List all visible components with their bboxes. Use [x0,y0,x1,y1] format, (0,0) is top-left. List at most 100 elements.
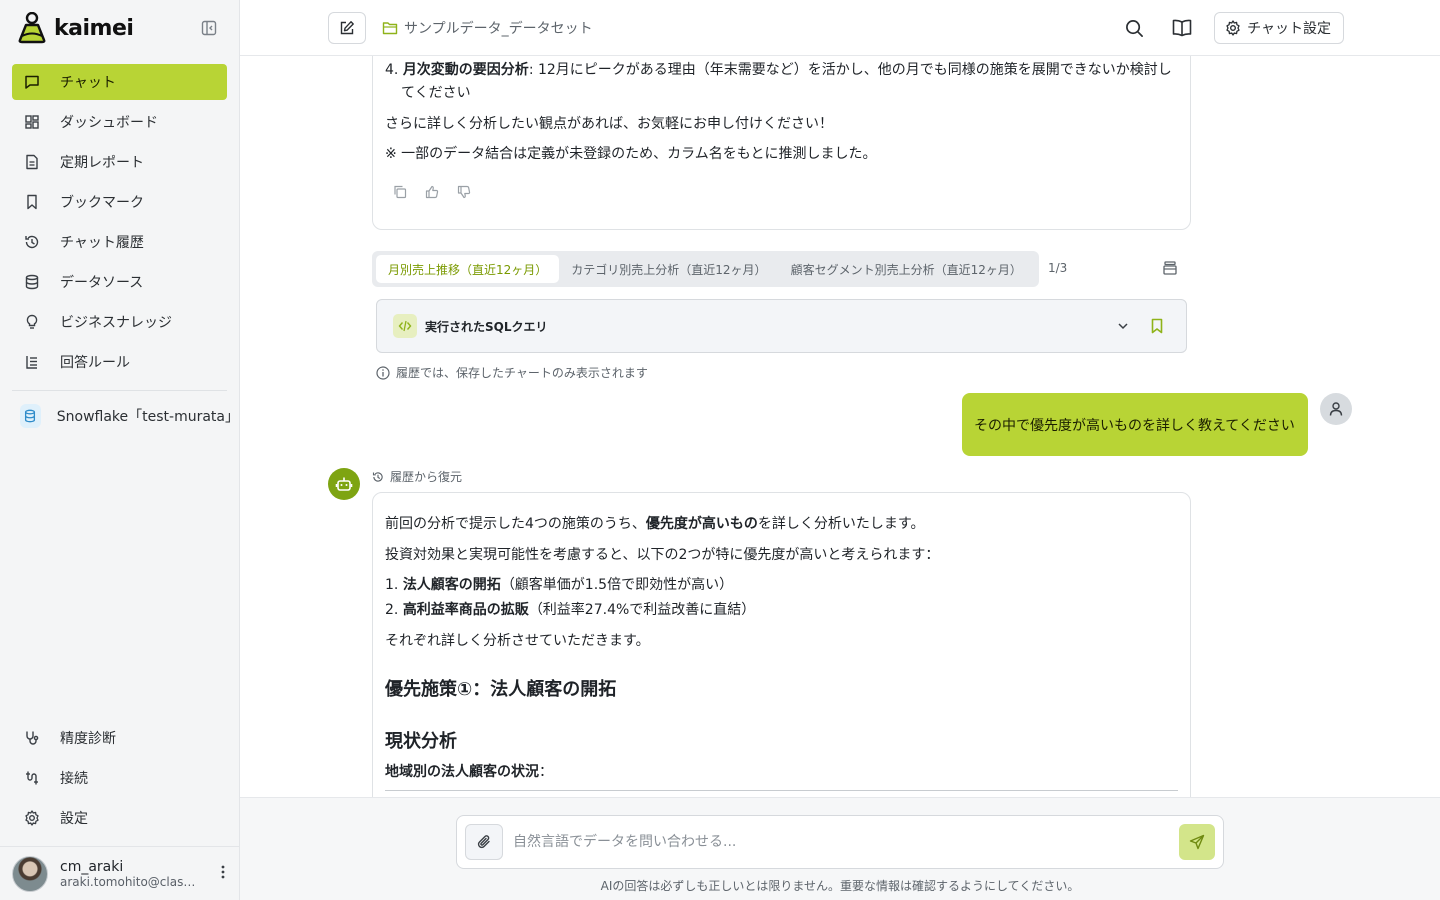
send-icon [1189,834,1205,850]
ai-disclaimer: AIの回答は必ずしも正しいとは限りません。重要な情報は確認するようにしてください… [600,879,1080,893]
chart-pager: 1/3 [1048,261,1068,275]
chat-input[interactable] [513,828,1153,856]
history-icon [372,471,384,483]
sidebar-item-history[interactable]: チャット履歴 [12,224,227,260]
paragraph: さらに詳しく分析したい観点があれば、お気軽にお申し付けください！ [385,116,833,132]
sidebar-item-dashboard[interactable]: ダッシュボード [12,104,227,140]
archive-icon[interactable] [1162,260,1178,276]
folder-icon [382,21,398,35]
attach-button[interactable] [465,824,503,860]
bold-text: 高利益率商品の拡販 [402,602,529,618]
sidebar-collapse-icon[interactable] [199,18,219,38]
history-note-text: 履歴では、保存したチャートのみ表示されます [396,366,648,380]
stethoscope-icon [24,730,40,746]
bookmark-icon[interactable] [1150,318,1164,334]
sidebar-nav: チャット ダッシュボード 定期レポート ブックマーク チャット履歴 データソース [0,56,239,384]
list-number: 4. [385,62,403,78]
breadcrumb-label: サンプルデータ_データセット [404,21,593,37]
sidebar-item-label: 設定 [60,811,88,827]
subsection-heading: 現状分析 [385,731,457,752]
list-number: 1. [385,577,403,593]
info-icon [376,365,390,380]
tab-segment-sales[interactable]: 顧客セグメント別売上分析（直近12ヶ月） [779,255,1034,283]
text: ： [539,764,553,780]
chevron-down-icon[interactable] [1116,319,1130,333]
sidebar-item-knowledge[interactable]: ビジネスナレッジ [12,304,227,340]
brand-name: kaimei [54,15,134,41]
chart-tabs: 月別売上推移（直近12ヶ月） カテゴリ別売上分析（直近12ヶ月） 顧客セグメント… [372,251,1039,287]
book-open-icon[interactable] [1166,12,1198,44]
chat-scroll-area[interactable]: 4. 月次変動の要因分析: 12月にピークがある理由（年末需要など）を活かし、他… [240,56,1440,797]
chat-icon [24,74,40,90]
send-button[interactable] [1179,824,1215,860]
list-number: 2. [385,602,403,618]
sidebar-item-bookmarks[interactable]: ブックマーク [12,184,227,220]
user-menu[interactable]: cm_araki araki.tomohito@class... [0,846,239,900]
assistant-message-card: 前回の分析で提示した4つの施策のうち、優先度が高いものを詳しく分析いたします。 … [372,492,1191,797]
list-item: 4. 月次変動の要因分析: 12月にピークがある理由（年末需要など）を活かし、他… [385,59,1181,105]
tab-category-sales[interactable]: カテゴリ別売上分析（直近12ヶ月） [559,255,778,283]
datasource-snowflake[interactable]: Snowflake「test-murata」 [0,397,239,435]
sidebar-bottom-nav: 精度診断 接続 設定 [0,720,239,840]
composer-area: AIの回答は必ずしも正しいとは限りません。重要な情報は確認するようにしてください… [240,797,1440,900]
bold-text: 法人顧客の開拓 [402,577,501,593]
sidebar-item-label: ブックマーク [60,195,144,211]
sidebar-item-label: データソース [60,275,144,291]
user-avatar-icon [1320,393,1352,425]
list-item: 2. 高利益率商品の拡販（利益率27.4%で利益改善に直結） [385,599,755,622]
paragraph: 地域別の法人顧客の状況： [385,761,553,784]
copy-icon[interactable] [393,185,409,201]
tab-monthly-sales[interactable]: 月別売上推移（直近12ヶ月） [376,255,560,283]
bookmark-icon [24,194,40,210]
sidebar-item-datasource[interactable]: データソース [12,264,227,300]
bold-text: 月次変動の要因分析 [402,62,529,78]
thumbs-up-icon[interactable] [425,185,441,201]
user-name: cm_araki [60,858,124,875]
feedback-actions [393,185,489,201]
sql-query-panel[interactable]: 実行されたSQLクエリ [376,299,1187,353]
connection-icon [24,770,40,786]
dashboard-icon [24,114,40,130]
gear-icon [24,810,40,826]
bold-text: 地域別の法人顧客の状況 [385,764,539,780]
sidebar: kaimei チャット ダッシュボード 定期レポート ブックマーク チャット履歴… [0,0,240,900]
history-note: 履歴では、保存したチャートのみ表示されます [376,364,648,381]
assistant-message-card: 4. 月次変動の要因分析: 12月にピークがある理由（年末需要など）を活かし、他… [372,56,1191,230]
sidebar-item-diagnosis[interactable]: 精度診断 [12,720,227,756]
breadcrumb[interactable]: サンプルデータ_データセット [382,18,593,38]
sidebar-item-rules[interactable]: 回答ルール [12,344,227,380]
main-panel: サンプルデータ_データセット チャット設定 4. 月次変動の要因分析: 12月に… [240,0,1440,900]
new-chat-button[interactable] [328,12,366,44]
sidebar-item-label: ダッシュボード [60,115,158,131]
more-vertical-icon[interactable] [221,865,225,883]
rules-icon [24,354,40,370]
sidebar-item-chat[interactable]: チャット [12,64,227,100]
datasource-label: Snowflake「test-murata」 [56,409,239,425]
chat-settings-button[interactable]: チャット設定 [1214,12,1344,44]
bold-text: 優先度が高いもの [645,516,758,532]
sidebar-item-label: チャット履歴 [60,235,144,251]
history-icon [24,234,40,250]
list-item: 1. 法人顧客の開拓（顧客単価が1.5倍で即効性が高い） [385,574,733,597]
sidebar-item-label: 精度診断 [60,731,116,747]
sidebar-item-label: 接続 [60,771,88,787]
restored-text: 履歴から復元 [390,470,463,484]
snowflake-database-icon [20,404,41,428]
edit-icon [340,21,354,35]
paragraph: 前回の分析で提示した4つの施策のうち、優先度が高いものを詳しく分析いたします。 [385,513,925,536]
thumbs-down-icon[interactable] [457,185,473,201]
user-info: cm_araki araki.tomohito@class... [60,859,200,889]
sidebar-item-settings[interactable]: 設定 [12,800,227,836]
bot-avatar-icon [328,468,360,500]
user-message-bubble: その中で優先度が高いものを詳しく教えてください [962,393,1308,456]
search-icon[interactable] [1118,12,1150,44]
report-icon [24,154,40,170]
text: を詳しく分析いたします。 [757,516,925,532]
avatar [12,855,48,892]
sql-query-label: 実行されたSQLクエリ [425,319,548,334]
sidebar-item-label: チャット [60,75,116,91]
sidebar-item-reports[interactable]: 定期レポート [12,144,227,180]
sidebar-item-connection[interactable]: 接続 [12,760,227,796]
paragraph: それぞれ詳しく分析させていただきます。 [385,633,650,649]
kaimei-logo-icon[interactable] [16,12,48,44]
